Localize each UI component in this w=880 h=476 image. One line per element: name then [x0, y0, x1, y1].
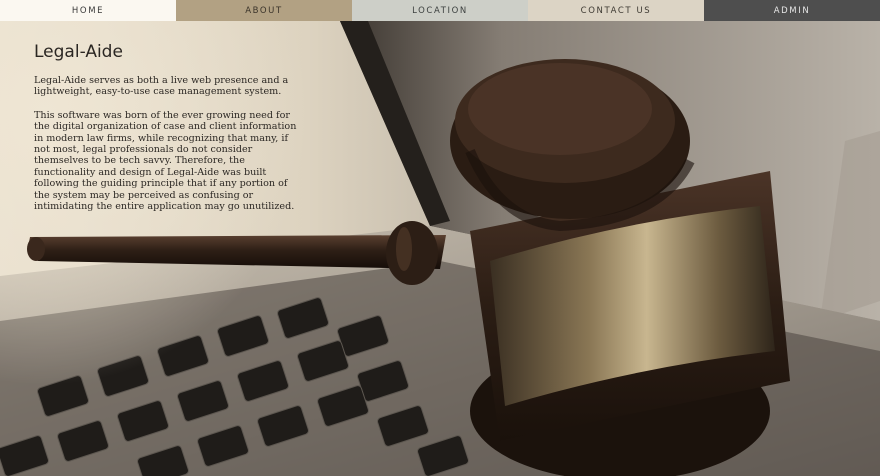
nav-admin[interactable]: ADMIN [704, 0, 880, 21]
nav-about[interactable]: ABOUT [176, 0, 352, 21]
top-nav: HOME ABOUT LOCATION CONTACT US ADMIN [0, 0, 880, 21]
nav-contact-us[interactable]: CONTACT US [528, 0, 704, 21]
intro-paragraph-1: Legal-Aide serves as both a live web pre… [34, 75, 289, 98]
nav-location[interactable]: LOCATION [352, 0, 528, 21]
nav-home[interactable]: HOME [0, 0, 176, 21]
page-title: Legal-Aide [34, 42, 123, 62]
intro-paragraph-2: This software was born of the ever growi… [34, 109, 297, 213]
intro-section: Legal-Aide Legal-Aide serves as both a l… [34, 42, 306, 224]
